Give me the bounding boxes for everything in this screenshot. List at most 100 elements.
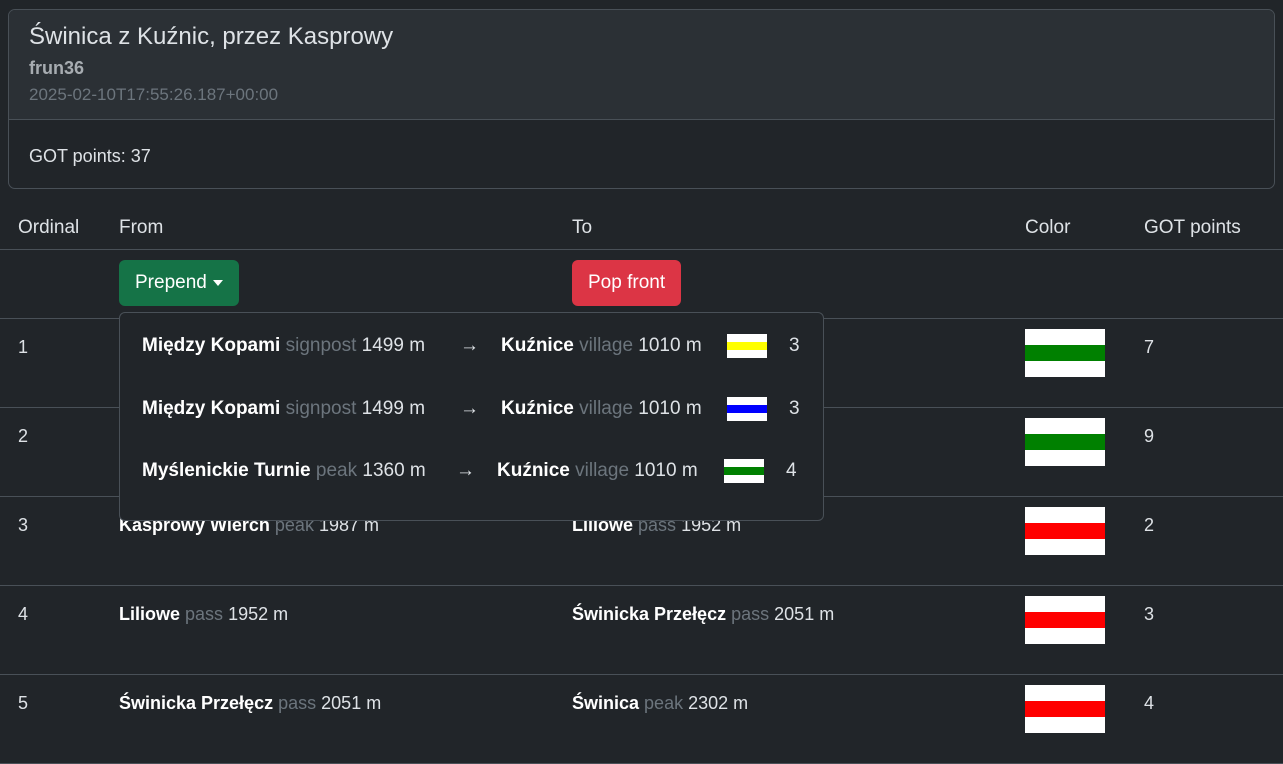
- to-name: Kuźnice: [501, 398, 574, 419]
- ordinal: 1: [18, 337, 29, 357]
- from-cell: Liliowe pass 1952 m: [119, 585, 572, 675]
- ordinal: 3: [18, 515, 29, 535]
- route-card: Świnica z Kuźnic, przez Kasprowy frun36 …: [8, 9, 1275, 189]
- got-points: 9: [1144, 426, 1155, 446]
- prepend-dropdown-button[interactable]: Prepend: [119, 260, 239, 306]
- header-color: Color: [1025, 207, 1144, 250]
- trail-color-stripe: [727, 342, 767, 350]
- arrow-right-icon: →: [456, 460, 475, 481]
- from-name: Liliowe: [119, 604, 181, 624]
- prepend-label: Prepend: [135, 272, 207, 293]
- card-header: Świnica z Kuźnic, przez Kasprowy frun36 …: [9, 10, 1274, 120]
- trail-color-swatch: [727, 334, 767, 358]
- got-points: 4: [1144, 693, 1155, 713]
- from-name: Między Kopami: [142, 335, 281, 356]
- to-name: Świnicka Przełęcz: [572, 604, 727, 624]
- to-name: Kuźnice: [501, 335, 574, 356]
- from-name: Między Kopami: [142, 398, 281, 419]
- action-row: Prepend Pop front: [0, 249, 1283, 319]
- arrow-right-icon: →: [460, 398, 479, 419]
- points-cell: 9: [1144, 407, 1283, 497]
- from-cell: Świnicka Przełęcz pass 2051 m: [119, 674, 572, 764]
- points-cell: 3: [1144, 585, 1283, 675]
- from-altitude: 1499 m: [361, 398, 426, 419]
- to-kind: peak: [644, 693, 684, 713]
- from-kind: pass: [185, 604, 224, 624]
- dropdown-item[interactable]: Między Kopami signpost 1499 m → Kuźnice vi…: [142, 394, 822, 424]
- got-points: 3: [789, 335, 800, 356]
- from-kind: signpost: [285, 335, 357, 356]
- to-altitude: 1010 m: [638, 398, 702, 419]
- got-points: 7: [1144, 337, 1155, 357]
- trail-color-stripe: [724, 467, 764, 475]
- to-kind: village: [579, 398, 634, 419]
- ordinal-cell: 1: [0, 318, 119, 408]
- color-cell: [1025, 407, 1144, 497]
- trail-color-swatch: [727, 397, 767, 421]
- trail-color-stripe: [1025, 701, 1105, 717]
- header-ordinal: Ordinal: [0, 207, 119, 250]
- points-cell: 7: [1144, 318, 1283, 408]
- prepend-dropdown-menu: Między Kopami signpost 1499 m → Kuźnice vi…: [119, 312, 824, 521]
- trail-color-swatch: [1025, 685, 1105, 733]
- to-kind: village: [579, 335, 634, 356]
- got-points: 3: [1144, 604, 1155, 624]
- from-altitude: 1360 m: [362, 460, 426, 481]
- from-kind: signpost: [285, 398, 357, 419]
- from-name: Myślenickie Turnie: [142, 460, 311, 481]
- to-name: Świnica: [572, 693, 640, 713]
- points-cell: 2: [1144, 496, 1283, 586]
- trail-color-stripe: [1025, 612, 1105, 628]
- ordinal: 2: [18, 426, 29, 446]
- ordinal-cell: 2: [0, 407, 119, 497]
- trail-color-swatch: [1025, 329, 1105, 377]
- dropdown-item[interactable]: Myślenickie Turnie peak 1360 m → Kuźnice v…: [142, 456, 822, 486]
- got-points: 2: [1144, 515, 1155, 535]
- header-got-points: GOT points: [1144, 207, 1283, 250]
- from-altitude: 1952 m: [228, 604, 289, 624]
- trail-color-stripe: [1025, 434, 1105, 450]
- from-name: Świnicka Przełęcz: [119, 693, 274, 713]
- got-points: 3: [789, 398, 800, 419]
- to-altitude: 1010 m: [638, 335, 702, 356]
- ordinal: 5: [18, 693, 29, 713]
- trail-color-swatch: [1025, 596, 1105, 644]
- route-title: Świnica z Kuźnic, przez Kasprowy: [29, 23, 394, 50]
- to-altitude: 2302 m: [688, 693, 749, 713]
- from-altitude: 2051 m: [321, 693, 382, 713]
- to-altitude: 1010 m: [634, 460, 698, 481]
- from-altitude: 1499 m: [361, 335, 426, 356]
- trail-color-stripe: [727, 405, 767, 413]
- from-kind: peak: [315, 460, 358, 481]
- ordinal-cell: 4: [0, 585, 119, 675]
- ordinal-cell: 5: [0, 674, 119, 764]
- got-points: 4: [786, 460, 797, 481]
- arrow-right-icon: →: [460, 335, 479, 356]
- to-name: Kuźnice: [497, 460, 570, 481]
- to-kind: pass: [731, 604, 770, 624]
- trail-color-stripe: [1025, 345, 1105, 361]
- to-cell: Świnica peak 2302 m: [572, 674, 1025, 764]
- trail-color-swatch: [1025, 418, 1105, 466]
- from-kind: pass: [278, 693, 317, 713]
- to-altitude: 2051 m: [774, 604, 835, 624]
- trail-color-swatch: [1025, 507, 1105, 555]
- table-row: 4 Liliowe pass 1952 m Świnicka Przełęcz pa…: [0, 585, 1283, 675]
- dropdown-item[interactable]: Między Kopami signpost 1499 m → Kuźnice vi…: [142, 331, 822, 361]
- color-cell: [1025, 318, 1144, 408]
- route-timestamp: 2025-02-10T17:55:26.187+00:00: [29, 85, 279, 104]
- caret-down-icon: [212, 279, 223, 286]
- to-cell: Świnicka Przełęcz pass 2051 m: [572, 585, 1025, 675]
- ordinal: 4: [18, 604, 29, 624]
- points-cell: 4: [1144, 674, 1283, 764]
- got-points-total: GOT points: 37: [29, 146, 151, 166]
- route-author: frun36: [29, 58, 85, 78]
- color-cell: [1025, 496, 1144, 586]
- table-row: 5 Świnicka Przełęcz pass 2051 m Świnica pe…: [0, 674, 1283, 764]
- color-cell: [1025, 585, 1144, 675]
- header-to: To: [572, 207, 1025, 250]
- trail-color-stripe: [1025, 523, 1105, 539]
- to-kind: village: [575, 460, 630, 481]
- pop-front-button[interactable]: Pop front: [572, 260, 682, 306]
- header-from: From: [119, 207, 572, 250]
